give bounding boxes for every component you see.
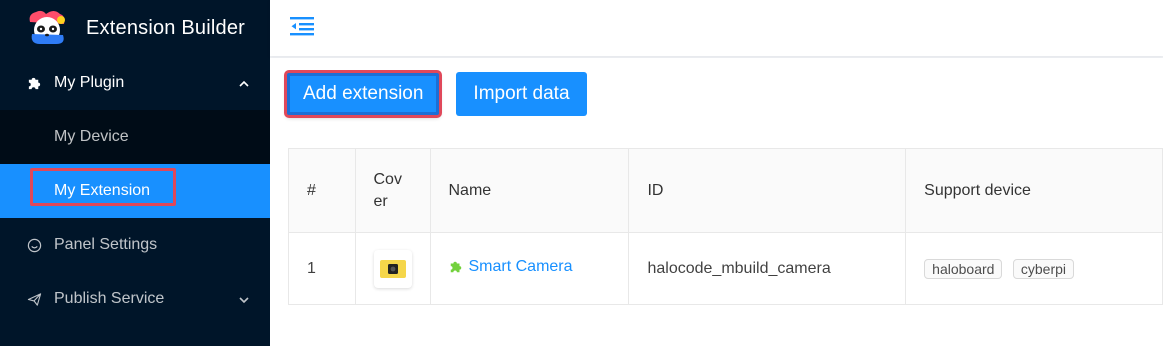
column-header-num: # xyxy=(288,148,356,233)
smile-icon xyxy=(26,237,42,253)
table-row[interactable]: 1 Smart Camera halocode_mbuild_camera ha… xyxy=(288,232,1163,305)
device-tag: haloboard xyxy=(924,258,1003,279)
chevron-down-icon xyxy=(238,293,250,305)
sidebar-item-label: My Plugin xyxy=(54,74,125,91)
support-device-cell: haloboard cyberpi xyxy=(905,232,1163,305)
plugin-submenu: My Device My Extension xyxy=(0,110,270,218)
sidebar: Extension Builder My Plugin My Device My… xyxy=(0,0,270,346)
sidebar-item-my-device[interactable]: My Device xyxy=(0,110,270,164)
brand[interactable]: Extension Builder xyxy=(0,0,270,56)
header xyxy=(270,0,1163,56)
sidebar-item-label: Publish Service xyxy=(54,290,165,307)
extensions-table: # Cov er Name ID Support device 1 Smart … xyxy=(288,148,1163,305)
column-header-name: Name xyxy=(429,148,630,233)
puzzle-icon xyxy=(26,75,42,91)
import-data-button[interactable]: Import data xyxy=(456,72,587,116)
sidebar-item-my-plugin[interactable]: My Plugin xyxy=(0,56,270,110)
cover-cell xyxy=(354,232,431,305)
extension-id: halocode_mbuild_camera xyxy=(628,232,907,305)
column-header-id: ID xyxy=(628,148,907,233)
toolbar: Add extension Import data xyxy=(270,58,1163,130)
table-header-row: # Cov er Name ID Support device xyxy=(288,148,1163,233)
app-title: Extension Builder xyxy=(86,16,246,39)
sidebar-item-panel-settings[interactable]: Panel Settings xyxy=(0,218,270,272)
add-extension-button[interactable]: Add extension xyxy=(283,70,443,118)
content-area: # Cov er Name ID Support device 1 Smart … xyxy=(270,130,1163,346)
name-cell: Smart Camera xyxy=(429,232,630,305)
extension-name: Smart Camera xyxy=(468,258,573,275)
row-number: 1 xyxy=(288,232,356,305)
sidebar-item-label: Panel Settings xyxy=(54,236,158,253)
sidebar-item-my-extension[interactable]: My Extension xyxy=(0,164,270,218)
column-header-cover: Cov er xyxy=(354,148,431,233)
extension-name-link[interactable]: Smart Camera xyxy=(449,258,573,276)
send-icon xyxy=(26,291,42,307)
cover-image[interactable] xyxy=(373,249,412,288)
device-tag: cyberpi xyxy=(1012,258,1075,279)
sidebar-item-label: My Device xyxy=(54,128,129,145)
sidebar-item-publish-service[interactable]: Publish Service xyxy=(0,272,270,326)
column-header-support: Support device xyxy=(905,148,1163,233)
chevron-up-icon xyxy=(238,77,250,89)
app-root: Extension Builder My Plugin My Device My… xyxy=(0,0,1163,346)
menu-fold-icon[interactable] xyxy=(290,16,314,41)
sidebar-item-label: My Extension xyxy=(54,182,151,199)
panda-logo-icon xyxy=(26,8,68,48)
puzzle-icon xyxy=(449,260,463,274)
